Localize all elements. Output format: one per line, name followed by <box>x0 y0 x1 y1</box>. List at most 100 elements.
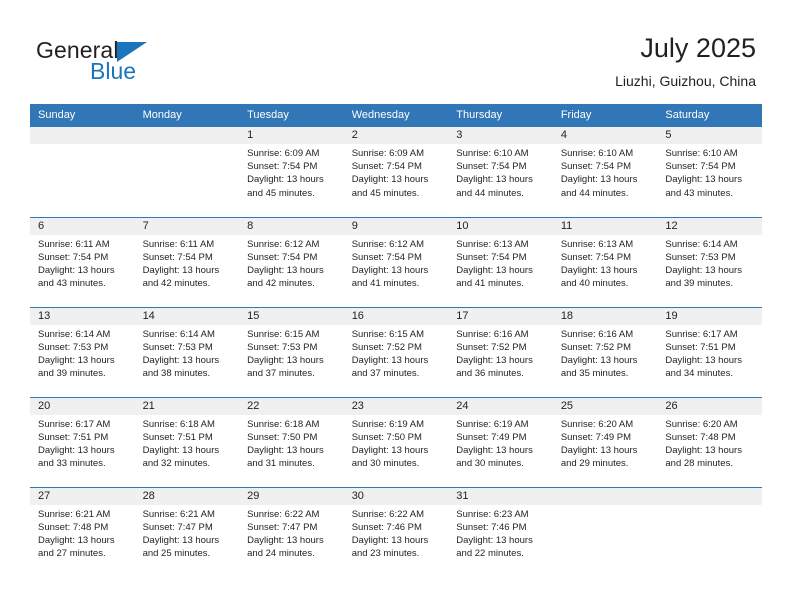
calendar-week-row: 6 Sunrise: 6:11 AM Sunset: 7:54 PM Daylight… <box>30 216 762 307</box>
calendar-day-cell[interactable]: 18 Sunrise: 6:16 AM Sunset: 7:52 PM Dayligh… <box>552 306 658 397</box>
day-details: Sunrise: 6:12 AM Sunset: 7:54 PM Daylight:… <box>344 235 449 291</box>
daylight-duration-line1: Daylight: 13 hours <box>142 354 220 366</box>
sunrise-time: Sunrise: 6:18 AM <box>247 418 320 430</box>
sunset-time: Sunset: 7:51 PM <box>142 431 213 443</box>
page-title: July 2025 <box>640 33 756 63</box>
sunset-time: Sunset: 7:53 PM <box>142 341 213 353</box>
day-details: Sunrise: 6:18 AM Sunset: 7:50 PM Daylight:… <box>239 415 344 471</box>
daylight-duration-line2: and 22 minutes. <box>456 548 524 560</box>
day-details: Sunrise: 6:10 AM Sunset: 7:54 PM Daylight:… <box>657 144 762 200</box>
page-subtitle-location: Liuzhi, Guizhou, China <box>615 73 756 89</box>
calendar-table: Sunday Monday Tuesday Wednesday Thursday… <box>30 104 762 577</box>
calendar-day-cell[interactable]: 25 Sunrise: 6:20 AM Sunset: 7:49 PM Dayligh… <box>552 396 658 487</box>
daylight-duration-line1: Daylight: 13 hours <box>456 354 533 366</box>
sunset-time: Sunset: 7:49 PM <box>456 431 527 443</box>
day-details: Sunrise: 6:15 AM Sunset: 7:52 PM Daylight:… <box>344 325 449 381</box>
daylight-duration-line1: Daylight: 13 hours <box>351 174 429 186</box>
day-details: Sunrise: 6:21 AM Sunset: 7:48 PM Daylight:… <box>30 505 135 561</box>
calendar-day-cell[interactable]: 31 Sunrise: 6:23 AM Sunset: 7:46 PM Dayligh… <box>448 486 553 577</box>
calendar-day-cell[interactable]: 17 Sunrise: 6:16 AM Sunset: 7:52 PM Dayligh… <box>448 306 553 397</box>
daylight-duration-line2: and 45 minutes. <box>247 187 315 199</box>
calendar-day-cell-empty <box>552 486 658 577</box>
calendar-day-cell[interactable]: 23 Sunrise: 6:19 AM Sunset: 7:50 PM Dayligh… <box>343 396 449 487</box>
calendar-day-cell[interactable]: 15 Sunrise: 6:15 AM Sunset: 7:53 PM Dayligh… <box>239 306 344 397</box>
daylight-duration-line2: and 32 minutes. <box>142 458 211 470</box>
day-details: Sunrise: 6:09 AM Sunset: 7:54 PM Daylight:… <box>239 144 344 200</box>
title-block: July 2025 Liuzhi, Guizhou, China <box>615 32 756 90</box>
calendar-day-cell-empty <box>657 486 762 577</box>
calendar-day-cell[interactable]: 6 Sunrise: 6:11 AM Sunset: 7:54 PM Daylight… <box>30 216 135 307</box>
day-details: Sunrise: 6:19 AM Sunset: 7:50 PM Daylight:… <box>344 415 449 471</box>
day-number: 19 <box>657 307 762 325</box>
calendar-page: General Blue July 2025 Liuzhi, Guizhou, … <box>0 0 792 612</box>
calendar-day-cell[interactable]: 3 Sunrise: 6:10 AM Sunset: 7:54 PM Daylight… <box>448 127 553 217</box>
sunset-time: Sunset: 7:54 PM <box>560 251 632 263</box>
day-details: Sunrise: 6:13 AM Sunset: 7:54 PM Daylight:… <box>448 235 553 291</box>
daylight-duration-line2: and 33 minutes. <box>38 458 106 470</box>
calendar-day-cell[interactable]: 30 Sunrise: 6:22 AM Sunset: 7:46 PM Dayligh… <box>343 486 449 577</box>
calendar-day-cell[interactable]: 9 Sunrise: 6:12 AM Sunset: 7:54 PM Daylight… <box>343 216 449 307</box>
day-details: Sunrise: 6:20 AM Sunset: 7:49 PM Daylight:… <box>553 415 658 471</box>
day-details: Sunrise: 6:13 AM Sunset: 7:54 PM Daylight:… <box>553 235 658 291</box>
sunrise-time: Sunrise: 6:10 AM <box>560 148 634 159</box>
calendar-day-cell[interactable]: 27 Sunrise: 6:21 AM Sunset: 7:48 PM Dayligh… <box>30 486 135 577</box>
daylight-duration-line1: Daylight: 13 hours <box>665 264 742 276</box>
day-number <box>30 127 135 144</box>
day-details: Sunrise: 6:21 AM Sunset: 7:47 PM Daylight:… <box>135 505 240 561</box>
calendar-day-cell[interactable]: 29 Sunrise: 6:22 AM Sunset: 7:47 PM Dayligh… <box>239 486 344 577</box>
sunrise-time: Sunrise: 6:10 AM <box>665 148 738 159</box>
daylight-duration-line2: and 45 minutes. <box>351 187 420 199</box>
calendar-day-cell[interactable]: 20 Sunrise: 6:17 AM Sunset: 7:51 PM Dayligh… <box>30 396 135 487</box>
sunset-time: Sunset: 7:50 PM <box>247 431 318 443</box>
day-details: Sunrise: 6:14 AM Sunset: 7:53 PM Daylight:… <box>30 325 135 381</box>
daylight-duration-line1: Daylight: 13 hours <box>38 354 115 366</box>
calendar-day-cell[interactable]: 14 Sunrise: 6:14 AM Sunset: 7:53 PM Dayligh… <box>134 306 240 397</box>
sunset-time: Sunset: 7:54 PM <box>456 161 527 173</box>
day-number: 4 <box>552 127 658 144</box>
sunrise-time: Sunrise: 6:13 AM <box>456 238 529 250</box>
calendar-day-cell[interactable]: 16 Sunrise: 6:15 AM Sunset: 7:52 PM Dayligh… <box>343 306 449 397</box>
daylight-duration-line2: and 39 minutes. <box>665 278 733 290</box>
calendar-day-cell[interactable]: 2 Sunrise: 6:09 AM Sunset: 7:54 PM Daylight… <box>343 127 449 217</box>
calendar-day-cell[interactable]: 10 Sunrise: 6:13 AM Sunset: 7:54 PM Dayligh… <box>448 216 553 307</box>
daylight-duration-line1: Daylight: 13 hours <box>351 534 429 546</box>
calendar-day-cell[interactable]: 1 Sunrise: 6:09 AM Sunset: 7:54 PM Daylight… <box>239 127 344 217</box>
sunrise-time: Sunrise: 6:20 AM <box>560 418 634 430</box>
sunrise-time: Sunrise: 6:14 AM <box>38 328 111 340</box>
daylight-duration-line2: and 27 minutes. <box>38 548 106 560</box>
daylight-duration-line2: and 23 minutes. <box>351 548 420 560</box>
calendar-day-cell[interactable]: 24 Sunrise: 6:19 AM Sunset: 7:49 PM Dayligh… <box>448 396 553 487</box>
calendar-day-cell-empty <box>30 127 135 217</box>
day-details: Sunrise: 6:17 AM Sunset: 7:51 PM Daylight:… <box>657 325 762 381</box>
sunset-time: Sunset: 7:54 PM <box>38 251 109 263</box>
daylight-duration-line1: Daylight: 13 hours <box>456 444 533 456</box>
daylight-duration-line2: and 30 minutes. <box>456 458 524 470</box>
day-number: 2 <box>343 127 449 144</box>
daylight-duration-line2: and 42 minutes. <box>247 278 315 290</box>
daylight-duration-line1: Daylight: 13 hours <box>456 534 533 546</box>
weekday-header-saturday: Saturday <box>657 104 762 127</box>
daylight-duration-line1: Daylight: 13 hours <box>142 444 220 456</box>
calendar-day-cell[interactable]: 7 Sunrise: 6:11 AM Sunset: 7:54 PM Daylight… <box>134 216 240 307</box>
daylight-duration-line1: Daylight: 13 hours <box>665 354 742 366</box>
calendar-day-cell[interactable]: 8 Sunrise: 6:12 AM Sunset: 7:54 PM Daylight… <box>239 216 344 307</box>
sunset-time: Sunset: 7:51 PM <box>665 341 736 353</box>
calendar-day-cell[interactable]: 5 Sunrise: 6:10 AM Sunset: 7:54 PM Daylight… <box>657 127 762 217</box>
calendar-day-cell[interactable]: 22 Sunrise: 6:18 AM Sunset: 7:50 PM Dayligh… <box>239 396 344 487</box>
calendar-day-cell[interactable]: 26 Sunrise: 6:20 AM Sunset: 7:48 PM Dayligh… <box>657 396 762 487</box>
daylight-duration-line2: and 43 minutes. <box>38 278 106 290</box>
daylight-duration-line2: and 25 minutes. <box>142 548 211 560</box>
daylight-duration-line1: Daylight: 13 hours <box>247 534 324 546</box>
calendar-day-cell[interactable]: 19 Sunrise: 6:17 AM Sunset: 7:51 PM Dayligh… <box>657 306 762 397</box>
sunset-time: Sunset: 7:54 PM <box>351 251 422 263</box>
sunset-time: Sunset: 7:54 PM <box>247 251 318 263</box>
calendar-day-cell[interactable]: 11 Sunrise: 6:13 AM Sunset: 7:54 PM Dayligh… <box>552 216 658 307</box>
calendar-day-cell[interactable]: 21 Sunrise: 6:18 AM Sunset: 7:51 PM Dayligh… <box>134 396 240 487</box>
calendar-day-cell[interactable]: 28 Sunrise: 6:21 AM Sunset: 7:47 PM Dayligh… <box>134 486 240 577</box>
calendar-day-cell[interactable]: 13 Sunrise: 6:14 AM Sunset: 7:53 PM Dayligh… <box>30 306 135 397</box>
calendar-day-cell[interactable]: 4 Sunrise: 6:10 AM Sunset: 7:54 PM Daylight… <box>552 127 658 217</box>
day-number: 20 <box>30 397 135 415</box>
calendar-day-cell[interactable]: 12 Sunrise: 6:14 AM Sunset: 7:53 PM Dayligh… <box>657 216 762 307</box>
calendar-week-row: 27 Sunrise: 6:21 AM Sunset: 7:48 PM Dayligh… <box>30 486 762 577</box>
general-blue-logo[interactable]: General Blue <box>36 37 276 89</box>
